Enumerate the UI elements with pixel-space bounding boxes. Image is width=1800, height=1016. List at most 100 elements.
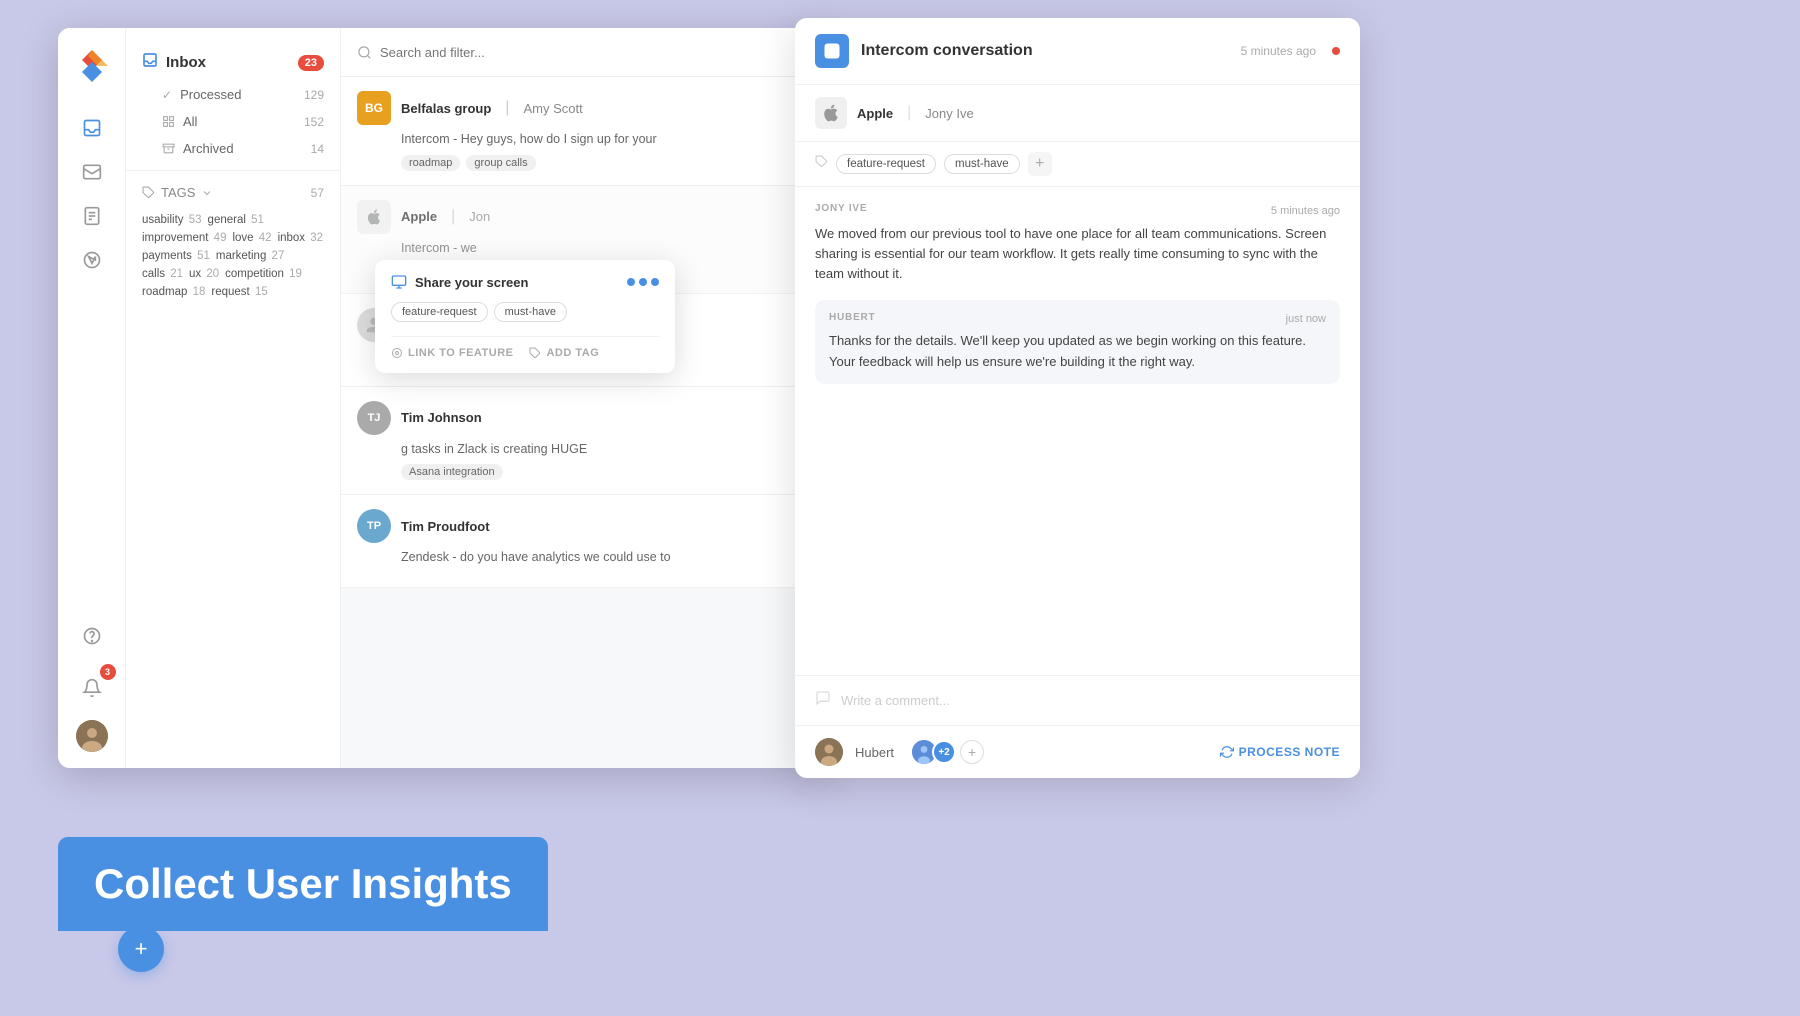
nav-divider — [126, 170, 340, 171]
conversation-tags-row: feature-request must-have + — [795, 142, 1360, 187]
archived-label: Archived — [183, 141, 234, 156]
conversation-tags: roadmap group calls — [357, 155, 817, 171]
sidebar-icons: 3 — [58, 28, 126, 768]
banner-text: Collect User Insights — [94, 861, 512, 907]
link-icon — [391, 347, 403, 359]
process-note-button[interactable]: PROCESS NOTE — [1220, 745, 1340, 759]
inbox-nav-item[interactable]: Inbox 23 — [126, 44, 340, 81]
conversation-sender: Apple — [401, 209, 437, 224]
tag-marketing[interactable]: marketing 27 — [216, 250, 284, 262]
collect-insights-banner: Collect User Insights — [58, 837, 548, 931]
sidebar-item-inbox[interactable] — [72, 108, 112, 148]
inbox-icon — [142, 52, 158, 73]
sidebar-item-help[interactable] — [72, 616, 112, 656]
add-tag-action[interactable]: ADD TAG — [529, 347, 599, 359]
conversation-avatar: BG — [357, 91, 391, 125]
tag-competition[interactable]: competition 19 — [225, 268, 302, 280]
tag-payments[interactable]: payments 51 — [142, 250, 210, 262]
company-avatar — [815, 97, 847, 129]
popup-actions: LINK TO FEATURE ADD TAG — [391, 336, 659, 359]
popup-dots — [627, 278, 659, 286]
add-tag-label: ADD TAG — [546, 347, 599, 359]
tag-improvement[interactable]: improvement 49 — [142, 232, 226, 244]
processed-count: 129 — [304, 88, 324, 102]
popup-tag-feature-request[interactable]: feature-request — [391, 302, 488, 322]
dot-1 — [627, 278, 635, 286]
inbox-count-badge: 23 — [298, 55, 324, 71]
add-tag-button[interactable]: + — [1028, 152, 1052, 176]
sidebar-item-notes[interactable] — [72, 196, 112, 236]
fab-icon: + — [135, 936, 148, 962]
processed-nav-item[interactable]: ✓ Processed 129 — [126, 81, 340, 108]
tags-count: 57 — [311, 186, 324, 200]
tag-roadmap[interactable]: roadmap 18 — [142, 286, 205, 298]
tag-usability[interactable]: usability 53 — [142, 214, 202, 226]
tag-chip: Asana integration — [401, 464, 503, 480]
dot-2 — [639, 278, 647, 286]
right-panel-time: 5 minutes ago — [1241, 44, 1316, 58]
search-bar — [341, 28, 833, 77]
participant-avatars: +2 + — [910, 738, 984, 766]
messages-area: JONY IVE 5 minutes ago We moved from our… — [795, 187, 1360, 675]
conversation-preview: Zendesk - do you have analytics we could… — [357, 549, 817, 567]
participant-count-badge: +2 — [932, 740, 956, 764]
right-panel-title: Intercom conversation — [861, 42, 1229, 60]
conversation-item[interactable]: TP Tim Proudfoot Zendesk - do you have a… — [341, 495, 833, 588]
sidebar-item-compass[interactable] — [72, 240, 112, 280]
tag-inbox[interactable]: inbox 32 — [278, 232, 323, 244]
sidebar-item-messages[interactable] — [72, 152, 112, 192]
processed-label: Processed — [180, 87, 241, 102]
panel-footer: Hubert +2 + PROCESS NOTE — [795, 725, 1360, 778]
tag-chip: group calls — [466, 155, 535, 171]
popup-tag-must-have[interactable]: must-have — [494, 302, 567, 322]
tag-icon — [142, 186, 155, 199]
active-dot — [1332, 47, 1340, 55]
tag-chip: roadmap — [401, 155, 460, 171]
right-panel: Intercom conversation 5 minutes ago Appl… — [795, 18, 1360, 778]
add-participant-button[interactable]: + — [960, 740, 984, 764]
conversation-sender: Tim Johnson — [401, 410, 482, 425]
all-nav-item[interactable]: All 152 — [126, 108, 340, 135]
tag-request[interactable]: request 15 — [211, 286, 267, 298]
conversation-avatar — [357, 200, 391, 234]
tag-icon — [529, 347, 541, 359]
search-input[interactable] — [380, 45, 794, 60]
conversation-item[interactable]: TJ Tim Johnson g tasks in Zlack is creat… — [341, 387, 833, 496]
app-window: 3 Inbox 23 ✓ Proce — [58, 28, 833, 768]
user-avatar[interactable] — [76, 720, 108, 752]
conversation-avatar: TJ — [357, 401, 391, 435]
notification-badge: 3 — [100, 664, 116, 680]
archived-nav-item[interactable]: Archived 14 — [126, 135, 340, 162]
message-time: just now — [1286, 313, 1326, 325]
conversation-recipient: Amy Scott — [523, 101, 582, 116]
chevron-down-icon — [201, 187, 213, 199]
tags-nav-item[interactable]: TAGS 57 — [126, 179, 340, 206]
tag-calls[interactable]: calls 21 — [142, 268, 183, 280]
tag-love[interactable]: love 42 — [232, 232, 271, 244]
dot-3 — [651, 278, 659, 286]
share-screen-popup: Share your screen feature-request must-h… — [375, 260, 675, 373]
nav-panel: Inbox 23 ✓ Processed 129 All 152 A — [126, 28, 341, 768]
message-item: HUBERT just now Thanks for the details. … — [815, 300, 1340, 383]
popup-header: Share your screen — [391, 274, 659, 290]
conversation-preview: Intercom - we — [357, 240, 817, 258]
conversation-recipient: Jon — [469, 209, 490, 224]
tag-must-have[interactable]: must-have — [944, 154, 1020, 174]
sidebar-item-notifications[interactable]: 3 — [72, 668, 112, 708]
message-text: Thanks for the details. We'll keep you u… — [829, 331, 1326, 371]
popup-tags: feature-request must-have — [391, 302, 659, 322]
link-to-feature-action[interactable]: LINK TO FEATURE — [391, 347, 513, 359]
responder-name: Hubert — [855, 745, 894, 760]
user-info-row: Apple | Jony Ive — [795, 85, 1360, 142]
conversation-item[interactable]: BG Belfalas group | Amy Scott Intercom -… — [341, 77, 833, 186]
all-count: 152 — [304, 115, 324, 129]
check-icon: ✓ — [162, 88, 172, 102]
tag-general[interactable]: general 51 — [208, 214, 264, 226]
tag-feature-request[interactable]: feature-request — [836, 154, 936, 174]
fab-add-button[interactable]: + — [118, 926, 164, 972]
comment-placeholder[interactable]: Write a comment... — [841, 693, 950, 708]
search-icon — [357, 45, 372, 60]
conversation-list: BG Belfalas group | Amy Scott Intercom -… — [341, 28, 833, 768]
tag-ux[interactable]: ux 20 — [189, 268, 219, 280]
responder-avatar — [815, 738, 843, 766]
